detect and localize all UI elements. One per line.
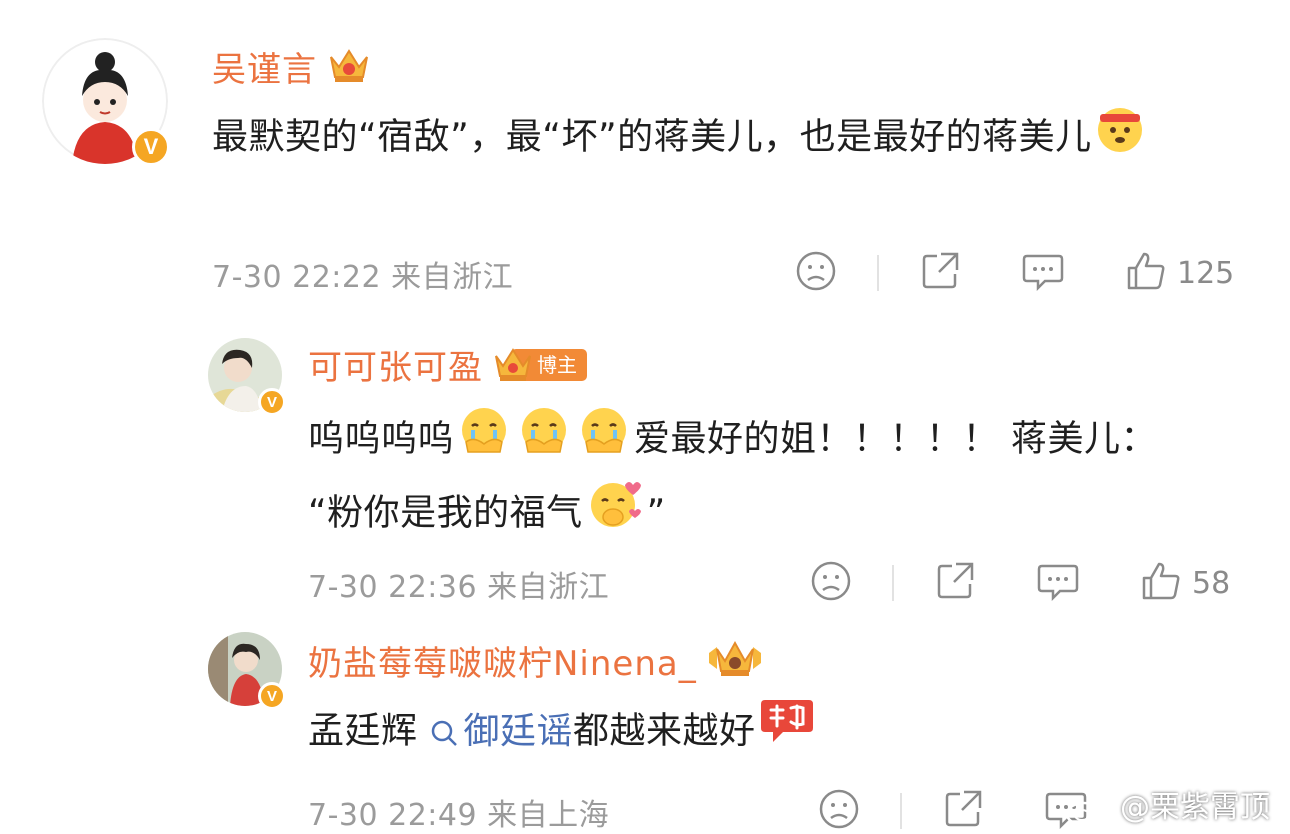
comment-text: 孟廷辉 御廷谣都越来越好 [308, 698, 1238, 767]
verified-badge-icon: V [258, 682, 286, 710]
comment-text-part: ” [646, 492, 666, 534]
crown-badge-icon [707, 639, 763, 683]
timestamp: 7-30 22:49 [308, 798, 478, 833]
dislike-icon[interactable] [818, 788, 860, 834]
comment-text-part: 爱最好的姐！！！！！ 蒋美儿： [634, 418, 1157, 460]
comment-icon[interactable] [1021, 250, 1065, 296]
divider [892, 565, 894, 601]
blogger-badge: 博主 [493, 346, 587, 384]
location: 来自浙江 [487, 570, 610, 605]
watermark: @栗紫霄顶 [1064, 782, 1270, 826]
username[interactable]: 吴谨言 [212, 42, 317, 91]
divider [877, 255, 879, 291]
like-count: 58 [1192, 565, 1231, 601]
comment-text-content: 最默契的“宿敌”，最“坏”的蒋美儿，也是最好的蒋美儿 [212, 116, 1092, 158]
verified-badge-icon: V [132, 128, 170, 166]
comment-text: 呜呜呜呜 爱最好的姐！！！！！ 蒋美儿： “粉你是我的福气 ” [308, 404, 1238, 552]
weibo-logo-icon [1066, 794, 1108, 826]
like-count: 125 [1177, 255, 1235, 291]
location: 来自上海 [487, 798, 610, 833]
divider [900, 793, 902, 829]
location: 来自浙江 [391, 260, 514, 295]
avatar[interactable]: V [42, 38, 170, 166]
comment-icon[interactable] [1036, 560, 1080, 606]
dislike-icon[interactable] [795, 250, 837, 296]
comment-text-part: 呜呜呜呜 [308, 418, 455, 460]
avatar[interactable]: V [208, 338, 286, 416]
jiayou-sticker-icon [757, 698, 817, 767]
crying-emoji-icon [456, 404, 512, 477]
dislike-icon[interactable] [810, 560, 852, 606]
blush-emoji-icon [585, 477, 645, 552]
crying-emoji-icon [576, 404, 632, 477]
crown-badge-icon [327, 45, 371, 89]
comment-text-part: 孟廷辉 [308, 710, 430, 752]
crown-badge-icon [495, 347, 531, 381]
topic-link-text: 御廷谣 [463, 710, 573, 752]
comment-text-part: 都越来越好 [572, 710, 756, 752]
comment-text-part: “粉你是我的福气 [308, 492, 583, 534]
share-icon[interactable] [942, 788, 984, 834]
username[interactable]: 奶盐莓莓啵啵柠Ninena_ [308, 636, 697, 685]
crying-emoji-icon [516, 404, 572, 477]
avatar[interactable]: V [208, 632, 286, 710]
share-icon[interactable] [919, 250, 961, 296]
timestamp: 7-30 22:22 [212, 260, 382, 295]
like-icon[interactable] [1125, 250, 1167, 296]
comment-text: 最默契的“宿敌”，最“坏”的蒋美儿，也是最好的蒋美儿 [212, 102, 1232, 175]
topic-link[interactable]: 御廷谣 [429, 711, 573, 752]
username[interactable]: 可可张可盈 [308, 340, 483, 389]
search-icon [432, 720, 458, 746]
timestamp: 7-30 22:36 [308, 570, 478, 605]
watermark-text: @栗紫霄顶 [1120, 790, 1270, 825]
like-icon[interactable] [1140, 560, 1182, 606]
headband-emoji-icon [1094, 102, 1146, 175]
share-icon[interactable] [934, 560, 976, 606]
verified-badge-icon: V [258, 388, 286, 416]
